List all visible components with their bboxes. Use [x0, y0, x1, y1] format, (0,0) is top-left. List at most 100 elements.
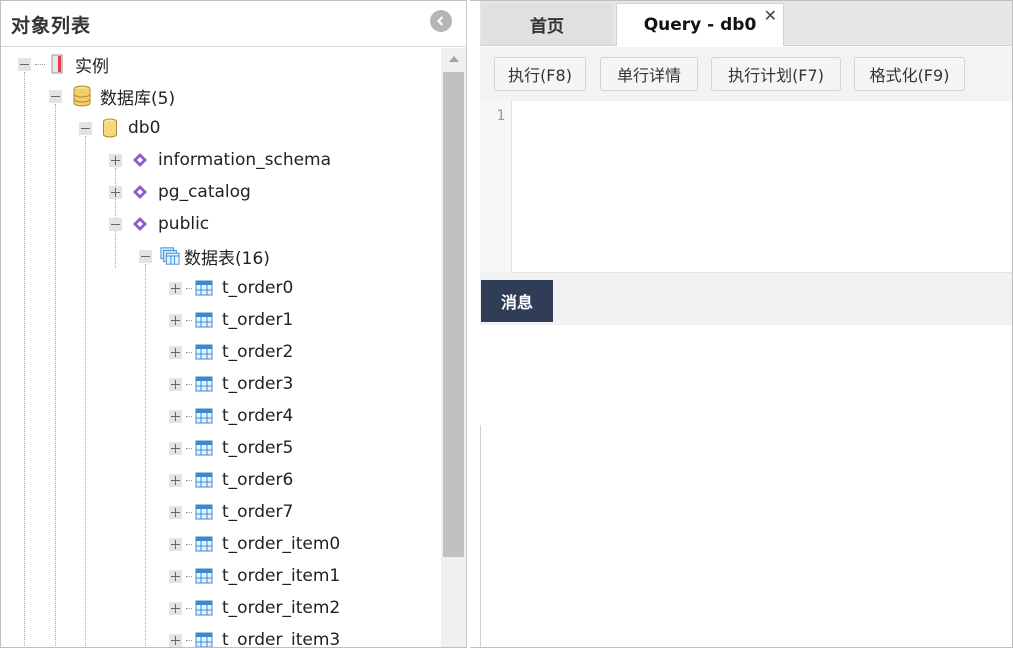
tree-collapse-toggle[interactable] — [109, 217, 122, 231]
query-workspace: 首页 Query - db0 ✕ 执行(F8) 单行详情 执行计划(F7) 格式… — [470, 0, 1013, 648]
format-button[interactable]: 格式化(F9) — [854, 57, 965, 91]
tab-query-label: Query - db0 — [643, 15, 757, 35]
tree-expand-toggle[interactable] — [169, 281, 182, 295]
tree-scrollbar[interactable] — [441, 48, 466, 647]
sql-editor[interactable]: 1 — [480, 101, 1012, 273]
tree-node-table[interactable]: t_order0 — [169, 272, 293, 304]
editor-gutter: 1 — [480, 101, 512, 273]
tree-node-table[interactable]: t_order3 — [169, 368, 293, 400]
tab-bar: 首页 Query - db0 ✕ — [480, 1, 1012, 46]
tree-node-tables-group[interactable]: 数据表(16) — [139, 240, 270, 272]
object-list-header: 对象列表 — [1, 1, 466, 47]
tree-collapse-toggle[interactable] — [49, 89, 62, 103]
tab-home-label: 首页 — [530, 16, 564, 37]
database-stack-icon — [72, 85, 92, 107]
tab-home[interactable]: 首页 — [481, 3, 613, 45]
tree-label-schema: pg_catalog — [158, 182, 251, 202]
table-icon — [194, 310, 214, 330]
tree-expand-toggle[interactable] — [169, 633, 182, 647]
table-icon — [194, 566, 214, 586]
tree-label-tables-group: 数据表(16) — [184, 248, 270, 269]
schema-icon — [130, 214, 150, 234]
table-icon — [194, 342, 214, 362]
tree-expand-toggle[interactable] — [169, 601, 182, 615]
table-icon — [194, 470, 214, 490]
scroll-up-arrow-icon — [448, 56, 459, 62]
tree-label-table: t_order_item3 — [222, 630, 341, 648]
tree-collapse-toggle[interactable] — [79, 121, 92, 135]
tree-label-table: t_order_item1 — [222, 566, 341, 586]
tree-collapse-toggle[interactable] — [139, 249, 152, 263]
tree-label-table: t_order_item2 — [222, 598, 341, 618]
tree-node-table[interactable]: t_order7 — [169, 496, 293, 528]
tree-node-table[interactable]: t_order6 — [169, 464, 293, 496]
tree-label-databases: 数据库(5) — [100, 88, 176, 109]
instance-icon — [47, 54, 67, 74]
tree-node-table[interactable]: t_order2 — [169, 336, 293, 368]
chevron-left-icon — [436, 16, 444, 26]
schema-icon — [130, 182, 150, 202]
tree-collapse-toggle[interactable] — [18, 57, 31, 71]
tree-node-databases[interactable]: 数据库(5) — [49, 80, 175, 112]
scrollbar-thumb[interactable] — [443, 72, 464, 557]
tree-label-instance: 实例 — [75, 56, 109, 77]
tree-label-schema: public — [158, 214, 210, 234]
object-list-title: 对象列表 — [11, 15, 92, 37]
tree-label-schema: information_schema — [158, 150, 332, 170]
query-toolbar: 执行(F8) 单行详情 执行计划(F7) 格式化(F9) — [480, 47, 1012, 101]
tree-node-table[interactable]: t_order_item0 — [169, 528, 340, 560]
database-icon — [100, 118, 120, 138]
table-icon — [194, 534, 214, 554]
tables-group-icon — [160, 246, 180, 266]
schema-icon — [130, 150, 150, 170]
object-tree: 实例 数据库(5) db0 information_schema pg_cata… — [1, 48, 440, 648]
tree-node-table[interactable]: t_order1 — [169, 304, 293, 336]
explain-plan-button[interactable]: 执行计划(F7) — [711, 57, 841, 91]
tab-messages[interactable]: 消息 — [481, 280, 553, 322]
tree-node-schema[interactable]: information_schema — [109, 144, 331, 176]
tree-expand-toggle[interactable] — [169, 409, 182, 423]
tree-expand-toggle[interactable] — [169, 345, 182, 359]
table-icon — [194, 630, 214, 647]
tree-expand-toggle[interactable] — [169, 473, 182, 487]
tree-expand-toggle[interactable] — [169, 537, 182, 551]
table-icon — [194, 598, 214, 618]
object-list-panel: 对象列表 实例 数据库(5) db0 information_schema pg… — [0, 0, 467, 648]
result-tab-bar: 消息 — [480, 273, 1012, 325]
tree-expand-toggle[interactable] — [169, 505, 182, 519]
tree-node-table[interactable]: t_order_item2 — [169, 592, 340, 624]
scroll-up-button[interactable] — [441, 48, 466, 70]
tree-label-db0: db0 — [128, 118, 161, 138]
tree-expand-toggle[interactable] — [169, 441, 182, 455]
tree-node-schema[interactable]: public — [109, 208, 209, 240]
close-tab-icon[interactable]: ✕ — [764, 8, 777, 24]
tree-expand-toggle[interactable] — [169, 377, 182, 391]
tree-node-table[interactable]: t_order5 — [169, 432, 293, 464]
row-detail-button[interactable]: 单行详情 — [600, 57, 698, 91]
tree-node-table[interactable]: t_order4 — [169, 400, 293, 432]
tree-label-table: t_order_item0 — [222, 534, 341, 554]
tree-label-table: t_order0 — [222, 278, 294, 298]
tree-expand-toggle[interactable] — [169, 313, 182, 327]
tree-label-table: t_order7 — [222, 502, 294, 522]
tree-expand-toggle[interactable] — [109, 185, 122, 199]
table-icon — [194, 406, 214, 426]
tree-expand-toggle[interactable] — [109, 153, 122, 167]
tree-node-instance[interactable]: 实例 — [18, 48, 109, 80]
tree-expand-toggle[interactable] — [169, 569, 182, 583]
tab-query-db0[interactable]: Query - db0 ✕ — [616, 3, 784, 46]
tree-node-db0[interactable]: db0 — [79, 112, 160, 144]
line-number: 1 — [496, 108, 505, 124]
divider — [480, 425, 481, 647]
execute-button[interactable]: 执行(F8) — [494, 57, 586, 91]
table-icon — [194, 278, 214, 298]
tree-node-table[interactable]: t_order_item3 — [169, 624, 341, 648]
tree-label-table: t_order2 — [222, 342, 294, 362]
tree-node-schema[interactable]: pg_catalog — [109, 176, 251, 208]
tree-label-table: t_order4 — [222, 406, 294, 426]
tree-label-table: t_order5 — [222, 438, 294, 458]
tree-label-table: t_order1 — [222, 310, 294, 330]
collapse-panel-button[interactable] — [430, 10, 452, 32]
tree-node-table[interactable]: t_order_item1 — [169, 560, 340, 592]
table-icon — [194, 502, 214, 522]
